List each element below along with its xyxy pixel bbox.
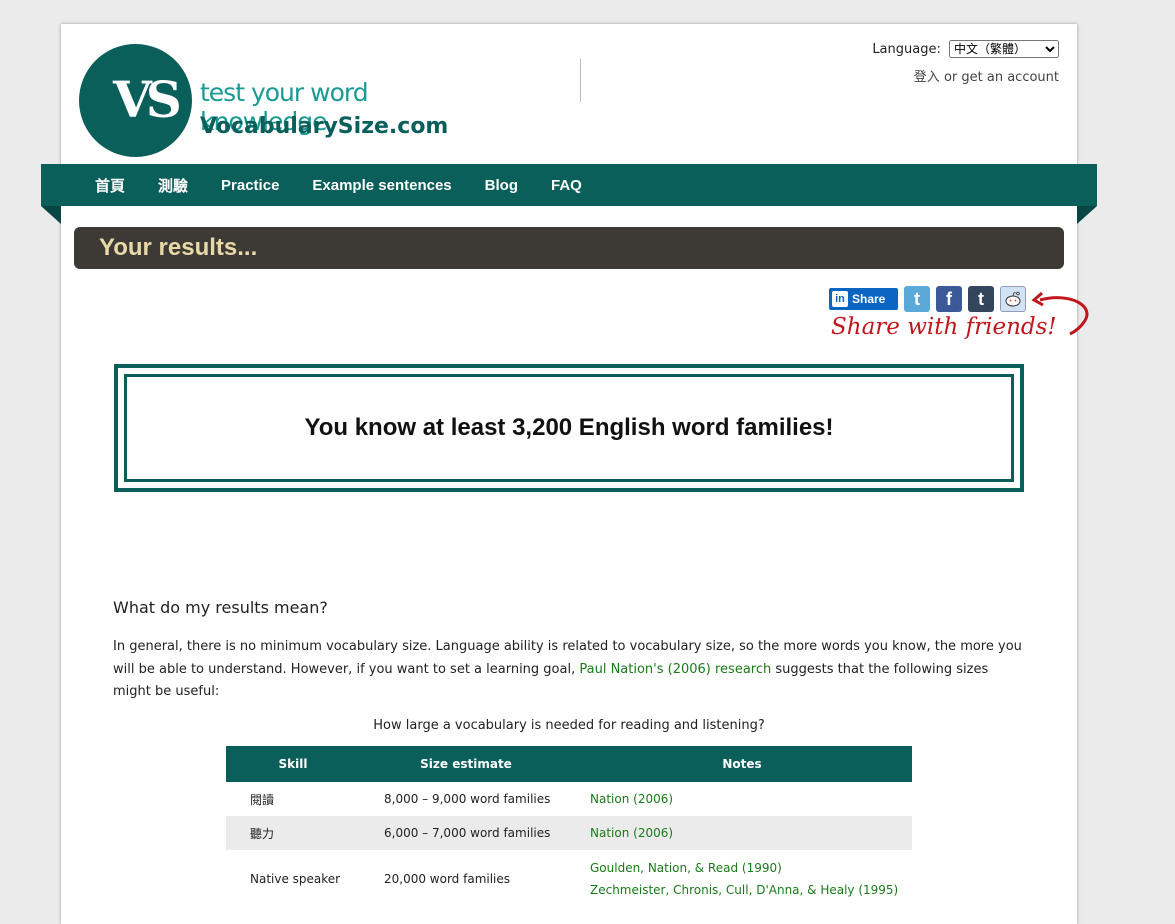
note-link[interactable]: Goulden, Nation, & Read (1990) (590, 857, 912, 879)
nav-practice[interactable]: Practice (221, 177, 279, 194)
twitter-icon[interactable]: t (904, 286, 930, 312)
linkedin-share-label: Share (852, 292, 886, 306)
table-row: Native speaker 20,000 word families Goul… (226, 850, 912, 908)
results-header: Your results... (74, 227, 1064, 269)
logo-domain: VocabularySize.com (200, 114, 449, 139)
nav-test[interactable]: 測驗 (158, 175, 188, 196)
note-link[interactable]: Nation (2006) (590, 822, 912, 844)
share-buttons: in Share t f t (829, 286, 1026, 312)
login-link[interactable]: 登入 (914, 70, 940, 85)
or-text: or (943, 70, 958, 85)
results-meaning-heading: What do my results mean? (113, 598, 328, 617)
reddit-icon[interactable] (1000, 286, 1026, 312)
main-nav: 首頁 測驗 Practice Example sentences Blog FA… (41, 164, 1097, 206)
column-header-notes: Notes (572, 746, 912, 782)
column-header-size: Size estimate (360, 746, 572, 782)
cell-skill: 閱讀 (250, 792, 275, 807)
cell-skill: 聽力 (226, 816, 360, 850)
result-text: You know at least 3,200 English word fam… (304, 414, 834, 441)
cell-skill: Native speaker (250, 872, 341, 886)
table-caption: How large a vocabulary is needed for rea… (373, 718, 765, 733)
result-inner-frame: You know at least 3,200 English word fam… (124, 374, 1014, 482)
language-selector: Language: 中文（繁體） (872, 40, 1059, 58)
table-header-row: Skill Size estimate Notes (226, 746, 912, 782)
tumblr-glyph: t (978, 288, 984, 309)
table-row: 聽力 6,000 – 7,000 word families Nation (2… (226, 816, 912, 850)
cell-notes: Nation (2006) (572, 782, 912, 816)
site-logo[interactable]: VS test your word knowledge VocabularySi… (79, 44, 479, 159)
nav-ribbon-fold-right (1077, 206, 1097, 224)
logo-circle: VS (79, 44, 192, 157)
language-label: Language: (872, 42, 941, 57)
share-with-friends-note: Share with friends! (831, 314, 1057, 340)
nav-ribbon-fold-left (41, 206, 61, 224)
header-divider (580, 59, 581, 102)
note-link[interactable]: Zechmeister, Chronis, Cull, D'Anna, & He… (590, 879, 912, 901)
result-box: You know at least 3,200 English word fam… (114, 364, 1024, 492)
nav-blog[interactable]: Blog (485, 177, 518, 194)
tumblr-icon[interactable]: t (968, 286, 994, 312)
cell-notes: Goulden, Nation, & Read (1990) Zechmeist… (572, 850, 912, 908)
language-select[interactable]: 中文（繁體） (949, 40, 1059, 58)
reddit-alien-icon (1005, 291, 1021, 307)
logo-mark: VS (113, 70, 182, 129)
vocabulary-size-table: Skill Size estimate Notes 閱讀 8,000 – 9,0… (226, 746, 912, 908)
facebook-glyph: f (946, 288, 952, 309)
nav-home[interactable]: 首頁 (95, 175, 125, 196)
note-link[interactable]: Nation (2006) (590, 788, 912, 810)
linkedin-share-button[interactable]: in Share (829, 288, 898, 310)
cell-notes: Nation (2006) (572, 816, 912, 850)
table-row: 閱讀 8,000 – 9,000 word families Nation (2… (226, 782, 912, 816)
cell-size: 6,000 – 7,000 word families (360, 816, 572, 850)
twitter-glyph: t (914, 288, 920, 309)
get-account-link[interactable]: get an account (961, 70, 1059, 85)
nav-faq[interactable]: FAQ (551, 177, 582, 194)
column-header-skill: Skill (226, 746, 360, 782)
cell-size: 8,000 – 9,000 word families (384, 792, 551, 806)
nav-example-sentences[interactable]: Example sentences (312, 177, 451, 194)
facebook-icon[interactable]: f (936, 286, 962, 312)
account-links: 登入 or get an account (914, 66, 1059, 85)
paul-nation-research-link[interactable]: Paul Nation's (2006) research (579, 662, 771, 677)
linkedin-icon: in (832, 291, 848, 307)
cell-size: 20,000 word families (384, 872, 511, 886)
results-meaning-paragraph: In general, there is no minimum vocabula… (113, 636, 1023, 704)
results-title: Your results... (99, 234, 258, 261)
